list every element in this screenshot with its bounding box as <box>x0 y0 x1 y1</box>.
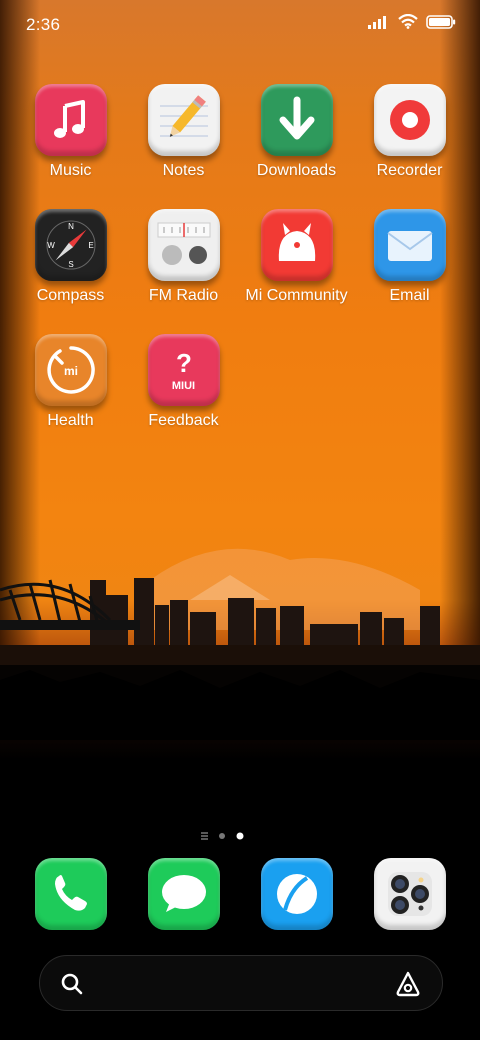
app-label: Email <box>389 287 430 304</box>
dock-messages[interactable] <box>148 858 220 930</box>
status-bar: 2:36 <box>0 0 480 50</box>
mi-bunny-icon <box>260 209 333 281</box>
record-icon <box>373 84 446 156</box>
app-label: Recorder <box>376 162 443 179</box>
pencil-icon <box>147 84 220 156</box>
svg-text:?: ? <box>176 348 192 378</box>
wifi-icon <box>398 14 418 29</box>
battery-icon <box>426 14 456 29</box>
app-label: Feedback <box>148 412 219 429</box>
app-notes[interactable]: Notes <box>127 84 240 180</box>
svg-text:S: S <box>68 260 73 269</box>
radio-icon <box>147 209 220 281</box>
browser-icon <box>277 874 317 914</box>
app-compass[interactable]: N S W E Compass <box>14 209 127 305</box>
app-label: Compass <box>36 287 105 304</box>
dock-phone[interactable] <box>35 858 107 930</box>
app-feedback[interactable]: ? MIUI Feedback <box>127 334 240 430</box>
dock-camera[interactable] <box>374 858 446 930</box>
app-label: FM Radio <box>148 287 219 304</box>
app-downloads[interactable]: Downloads <box>240 84 353 180</box>
app-label: Health <box>47 412 94 429</box>
camera-icon <box>388 872 432 916</box>
question-mark-icon: ? MIUI <box>147 334 220 406</box>
app-fm-radio[interactable]: FM Radio <box>127 209 240 305</box>
app-recorder[interactable]: Recorder <box>353 84 466 180</box>
page-indicator[interactable] <box>0 829 480 843</box>
assistant-icon[interactable] <box>394 970 422 998</box>
download-arrow-icon <box>260 84 333 156</box>
compass-icon: N S W E <box>34 209 107 281</box>
page-indicator-list-icon <box>201 832 208 840</box>
app-label: Mi Community <box>245 287 348 304</box>
envelope-icon <box>373 209 446 281</box>
miui-badge-text: MIUI <box>171 380 196 392</box>
app-music[interactable]: Music <box>14 84 127 180</box>
city-skyline-silhouette <box>0 548 480 740</box>
dock-browser[interactable] <box>261 858 333 930</box>
app-label: Notes <box>162 162 205 179</box>
svg-text:W: W <box>47 241 55 250</box>
page-dot <box>219 833 225 839</box>
svg-text:mi: mi <box>63 364 77 378</box>
app-mi-community[interactable]: Mi Community <box>240 209 353 305</box>
app-health[interactable]: mi Health <box>14 334 127 430</box>
signal-icon <box>368 15 386 29</box>
search-bar[interactable] <box>39 955 443 1011</box>
music-note-icon <box>34 84 107 156</box>
app-label: Downloads <box>256 162 337 179</box>
status-time: 2:36 <box>26 15 61 34</box>
chat-bubble-icon <box>162 875 206 912</box>
phone-icon <box>55 875 87 911</box>
page-dot-active <box>236 832 244 840</box>
svg-text:E: E <box>88 241 93 250</box>
search-icon[interactable] <box>60 972 84 996</box>
mi-health-icon: mi <box>34 334 107 406</box>
svg-text:N: N <box>68 222 74 231</box>
status-icons <box>368 14 456 29</box>
app-label: Music <box>49 162 92 179</box>
app-email[interactable]: Email <box>353 209 466 305</box>
